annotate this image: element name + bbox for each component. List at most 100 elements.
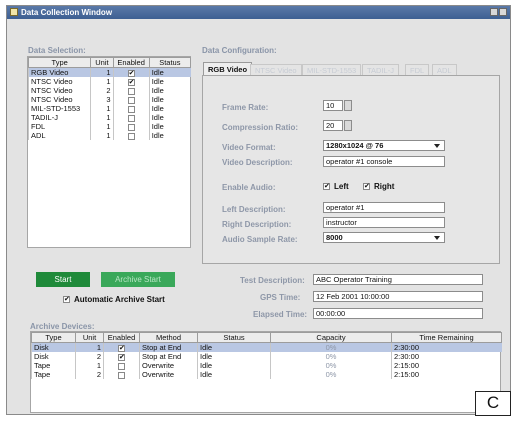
type-cell: Tape xyxy=(31,370,76,379)
window-icon xyxy=(10,8,18,16)
audio-right-label: Right xyxy=(374,182,395,191)
enabled-cell: ✔ xyxy=(112,77,150,86)
right-description-field[interactable]: instructor xyxy=(323,217,445,228)
data-selection-table: Type Unit Enabled Status RGB Video 1 ✔ Idle… xyxy=(27,57,192,140)
window-title: Data Collection Window xyxy=(21,8,113,17)
enabled-checkbox[interactable]: ✔ xyxy=(127,78,135,86)
video-description-field[interactable]: operator #1 console xyxy=(323,156,445,167)
status-cell: Idle xyxy=(148,77,191,86)
table-row[interactable]: MIL-STD-1553 1 Idle xyxy=(27,104,191,113)
enabled-checkbox[interactable] xyxy=(127,96,135,104)
start-button[interactable]: Start xyxy=(36,272,90,287)
corner-label: C xyxy=(475,391,511,416)
enabled-cell: ✔ xyxy=(103,342,140,352)
method-cell: Overwrite xyxy=(139,361,198,370)
table-row[interactable]: TADIL-J 1 Idle xyxy=(27,113,191,122)
gps-time-field[interactable]: 12 Feb 2001 10:00:00 xyxy=(313,291,483,302)
enabled-cell xyxy=(112,86,150,95)
capacity-cell: 0% xyxy=(270,352,392,361)
automatic-archive-start-label: Automatic Archive Start xyxy=(74,295,165,304)
column-header-type[interactable]: Type xyxy=(31,332,76,343)
enabled-checkbox[interactable] xyxy=(118,362,125,370)
enabled-cell xyxy=(112,122,150,131)
compression-ratio-spinner[interactable] xyxy=(344,120,352,131)
time-remaining-cell: 2:15:00 xyxy=(391,361,502,370)
archive-devices-table-panel: Type Unit Enabled Method Status Capacity… xyxy=(30,331,502,413)
unit-cell: 1 xyxy=(75,361,104,370)
maximize-icon[interactable] xyxy=(499,8,507,16)
capacity-cell: 0% xyxy=(270,370,392,379)
enabled-cell xyxy=(112,95,150,104)
enabled-cell xyxy=(103,361,140,370)
enabled-checkbox[interactable] xyxy=(118,371,125,379)
enabled-checkbox[interactable]: ✔ xyxy=(118,344,125,352)
test-description-field[interactable]: ABC Operator Training xyxy=(313,274,483,285)
elapsed-time-field[interactable]: 00:00:00 xyxy=(313,308,483,319)
compression-ratio-field[interactable]: 20 xyxy=(323,120,343,131)
frame-rate-spinner[interactable] xyxy=(344,100,352,111)
type-cell: MIL-STD-1553 xyxy=(27,104,91,113)
capacity-cell: 0% xyxy=(270,342,392,352)
status-cell: Idle xyxy=(148,131,191,140)
right-description-label: Right Description: xyxy=(222,220,292,229)
table-row[interactable]: Tape 1 Overwrite Idle 0% 2:15:00 xyxy=(31,361,502,370)
audio-sample-rate-label: Audio Sample Rate: xyxy=(222,235,298,244)
archive-devices-label: Archive Devices: xyxy=(30,322,95,331)
elapsed-time-label: Elapsed Time: xyxy=(253,310,308,319)
table-row[interactable]: NTSC Video 3 Idle xyxy=(27,95,191,104)
table-row[interactable]: ADL 1 Idle xyxy=(27,131,191,140)
enabled-checkbox[interactable]: ✔ xyxy=(118,353,125,361)
video-description-label: Video Description: xyxy=(222,158,293,167)
column-header-status[interactable]: Status xyxy=(197,332,271,343)
column-header-enabled[interactable]: Enabled xyxy=(103,332,140,343)
automatic-archive-start-checkbox[interactable]: ✔ xyxy=(63,296,70,303)
status-cell: Idle xyxy=(148,86,191,95)
column-header-enabled[interactable]: Enabled xyxy=(112,57,150,68)
unit-cell: 2 xyxy=(75,370,104,379)
table-row[interactable]: NTSC Video 1 ✔ Idle xyxy=(27,77,191,86)
status-cell: Idle xyxy=(197,361,271,370)
frame-rate-field[interactable]: 10 xyxy=(323,100,343,111)
enabled-checkbox[interactable] xyxy=(127,105,135,113)
column-header-unit[interactable]: Unit xyxy=(75,332,104,343)
enabled-checkbox[interactable] xyxy=(127,123,135,131)
table-row[interactable]: Tape 2 Overwrite Idle 0% 2:15:00 xyxy=(31,370,502,379)
enabled-checkbox[interactable]: ✔ xyxy=(127,69,135,77)
status-cell: Idle xyxy=(148,113,191,122)
column-header-unit[interactable]: Unit xyxy=(90,57,114,68)
data-selection-label: Data Selection: xyxy=(28,46,86,55)
column-header-status[interactable]: Status xyxy=(148,57,192,68)
table-row[interactable]: FDL 1 Idle xyxy=(27,122,191,131)
enabled-cell xyxy=(112,104,150,113)
column-header-capacity[interactable]: Capacity xyxy=(270,332,392,343)
column-header-time-remaining[interactable]: Time Remaining xyxy=(391,332,502,343)
archive-start-button[interactable]: Archive Start xyxy=(101,272,175,287)
audio-left-checkbox[interactable]: ✔ xyxy=(323,183,330,190)
status-cell: Idle xyxy=(197,342,271,352)
table-row[interactable]: Disk 1 ✔ Stop at End Idle 0% 2:30:00 xyxy=(31,342,502,352)
type-cell: TADIL-J xyxy=(27,113,91,122)
chevron-down-icon xyxy=(434,144,440,148)
minimize-icon[interactable] xyxy=(490,8,498,16)
video-format-label: Video Format: xyxy=(222,143,276,152)
enabled-checkbox[interactable] xyxy=(127,114,135,122)
title-bar: Data Collection Window xyxy=(7,6,510,19)
left-description-field[interactable]: operator #1 xyxy=(323,202,445,213)
enabled-checkbox[interactable] xyxy=(127,87,135,95)
table-row[interactable]: NTSC Video 2 Idle xyxy=(27,86,191,95)
table-row[interactable]: RGB Video 1 ✔ Idle xyxy=(27,67,191,77)
audio-sample-rate-select[interactable]: 8000 xyxy=(323,232,445,243)
column-header-method[interactable]: Method xyxy=(139,332,198,343)
unit-cell: 1 xyxy=(90,77,113,86)
type-cell: Tape xyxy=(31,361,76,370)
type-cell: Disk xyxy=(31,352,76,361)
audio-right-checkbox[interactable]: ✔ xyxy=(363,183,370,190)
table-row[interactable]: Disk 2 ✔ Stop at End Idle 0% 2:30:00 xyxy=(31,352,502,361)
column-header-type[interactable]: Type xyxy=(27,57,92,68)
data-collection-window: Data Collection Window Data Selection: T… xyxy=(6,5,511,415)
unit-cell: 1 xyxy=(90,104,113,113)
video-format-select[interactable]: 1280x1024 @ 76 xyxy=(323,140,445,151)
tab-rgb-video[interactable]: RGB Video xyxy=(203,62,253,76)
enabled-checkbox[interactable] xyxy=(127,132,135,140)
time-remaining-cell: 2:15:00 xyxy=(391,370,502,379)
